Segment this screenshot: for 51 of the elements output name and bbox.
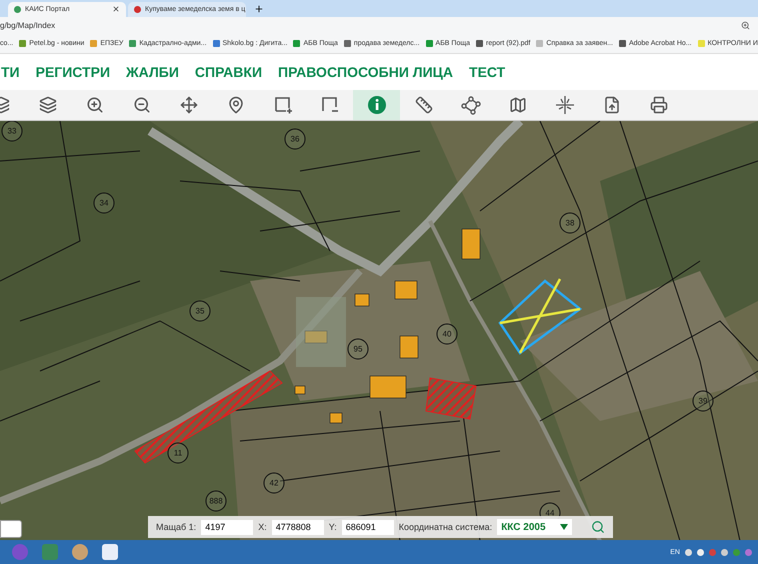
zoom-in-icon — [86, 96, 104, 114]
rectangle-plus-icon — [272, 94, 292, 115]
parcel-number: 40 — [436, 323, 458, 344]
menu-item[interactable]: ТЕСТ — [469, 64, 506, 80]
y-label: Y: — [328, 522, 337, 532]
favicon-icon — [14, 6, 21, 13]
hatched-parcel — [425, 377, 477, 420]
document-icon[interactable] — [102, 544, 118, 560]
caret-icon — [560, 524, 568, 530]
zoom-icon[interactable] — [741, 21, 750, 30]
file-upload-icon — [602, 96, 620, 114]
crosshair-icon — [554, 94, 574, 115]
menu-item[interactable]: ПРАВОСПОСОБНИ ЛИЦА — [278, 64, 454, 80]
move-icon — [180, 96, 198, 114]
info-tool[interactable] — [353, 90, 400, 120]
parcel-number: 36 — [284, 128, 306, 150]
new-tab-icon[interactable] — [254, 4, 264, 14]
y-field[interactable]: 686091 — [342, 520, 394, 535]
address-url[interactable]: g/bg/Map/Index — [0, 21, 56, 30]
info-icon — [366, 94, 386, 115]
parcel-number: 888 — [206, 490, 226, 512]
menu-item[interactable]: ЖАЛБИ — [126, 64, 179, 80]
parcel-number: 35 — [190, 300, 210, 322]
input-field[interactable] — [0, 520, 22, 538]
menu-item[interactable]: РЕГИСТРИ — [36, 64, 110, 80]
map-pin-icon — [226, 96, 244, 114]
favicon-icon — [134, 6, 141, 13]
x-field[interactable]: 4778808 — [272, 520, 324, 535]
parcel-number: 42 — [264, 472, 284, 494]
search-icon[interactable] — [590, 520, 605, 534]
scale-field[interactable]: 4197 — [201, 520, 254, 535]
scale-label: Мащаб 1: — [156, 522, 196, 532]
parcel-number: 38 — [560, 212, 580, 234]
parcel-number: 11 — [168, 442, 188, 464]
close-icon[interactable] — [112, 5, 120, 14]
map-icon — [508, 96, 526, 114]
rectangle-minus-icon — [320, 94, 340, 115]
printer-icon — [650, 96, 668, 114]
parcel-number: 33 — [2, 120, 22, 142]
parcel-number: 39 — [692, 390, 714, 412]
x-label: X: — [258, 522, 267, 532]
menu-item[interactable]: СПРАВКИ — [194, 64, 262, 80]
menu-item[interactable]: ТИ — [1, 64, 20, 80]
layers-icon — [38, 96, 56, 114]
ruler-icon — [414, 96, 432, 114]
system-label: Координатна система: — [398, 522, 492, 532]
parcel-number: 34 — [94, 192, 114, 214]
polygon-nodes-icon — [460, 94, 480, 115]
zoom-out-icon — [132, 96, 150, 114]
system-dropdown[interactable]: ККС 2005 — [497, 519, 572, 536]
parcel-number: 95 — [348, 338, 368, 360]
